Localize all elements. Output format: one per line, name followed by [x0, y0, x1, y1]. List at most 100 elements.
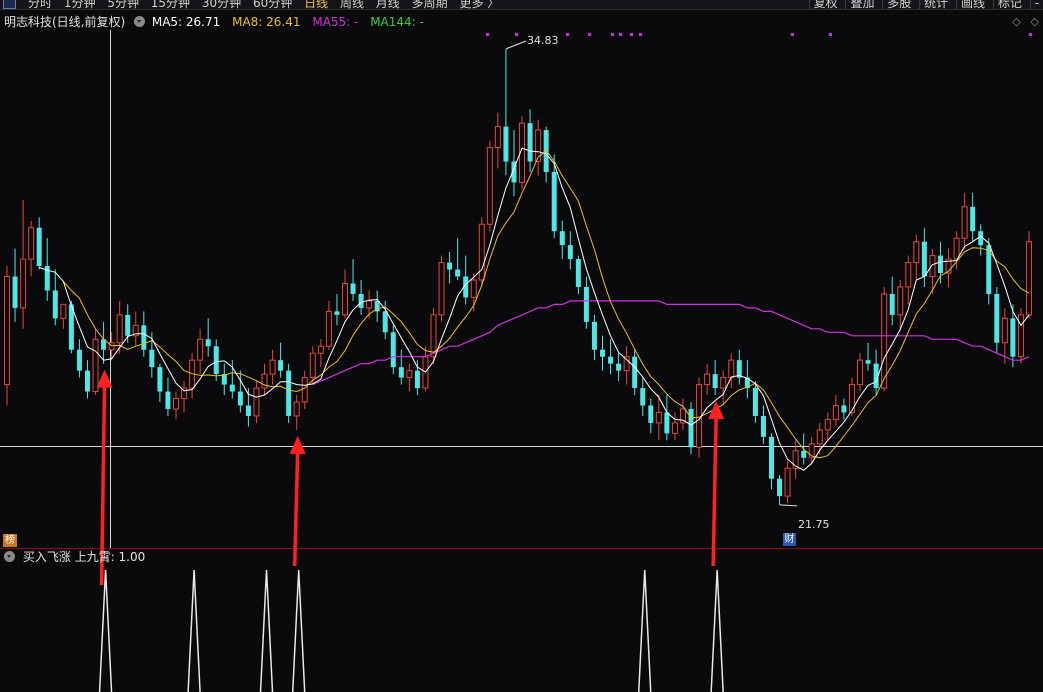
candle-body	[913, 241, 920, 264]
candle-body	[591, 321, 597, 350]
candle-body	[317, 345, 324, 354]
candle	[600, 335, 605, 371]
candle	[406, 363, 413, 392]
candle-body	[760, 415, 766, 437]
candle-body	[36, 227, 42, 267]
buy-signal-arrow	[708, 401, 725, 567]
candle	[503, 48, 509, 176]
candle-body	[141, 325, 147, 350]
candle	[76, 339, 82, 378]
kline-chart[interactable]	[0, 0, 1043, 692]
candle-body	[398, 367, 404, 378]
candle-body	[358, 293, 364, 308]
candle	[221, 363, 227, 396]
candle	[978, 224, 984, 256]
candle-body	[4, 276, 10, 386]
low-price-label: 21.75	[798, 518, 830, 531]
candle-body	[801, 450, 807, 458]
candle-body	[172, 398, 179, 410]
candle-body	[12, 276, 18, 308]
candle-body	[366, 300, 373, 309]
candle-body	[583, 286, 589, 322]
candle-body	[470, 279, 477, 298]
sub-indicator-name: 买入飞涨 上九霄: 1.00	[22, 550, 146, 564]
candle	[374, 290, 380, 322]
candle-body	[325, 310, 332, 347]
candle-body	[60, 303, 67, 319]
candle	[551, 154, 557, 239]
candle-body	[1026, 241, 1032, 316]
candle-body	[623, 356, 630, 372]
candle-body	[494, 126, 501, 149]
top-dot-marker-10	[1029, 33, 1032, 36]
candle-body	[84, 370, 90, 392]
candle-body	[897, 286, 904, 316]
candle-body	[752, 388, 758, 416]
bang-badge[interactable]: 榜	[3, 534, 17, 547]
candle-body	[301, 377, 308, 403]
candle-body	[865, 360, 871, 364]
candle-body	[438, 262, 445, 316]
candle	[961, 192, 968, 249]
candle	[841, 398, 847, 420]
candle-body	[125, 314, 131, 336]
candle	[4, 266, 10, 406]
candle-body	[632, 356, 638, 389]
candle	[455, 238, 461, 280]
sub-indicator-dropdown-icon[interactable]	[4, 551, 15, 562]
candle-body	[905, 262, 912, 288]
candle	[341, 269, 348, 319]
top-dot-marker-9	[829, 33, 832, 36]
candle	[197, 328, 204, 375]
candle-body	[640, 388, 646, 406]
candle	[213, 339, 219, 382]
candle-body	[937, 255, 943, 274]
candle-body	[1017, 314, 1024, 358]
candle-body	[671, 422, 678, 434]
top-dot-marker-1	[515, 33, 518, 36]
high-pointer-line	[505, 40, 527, 50]
candle-body	[157, 367, 163, 392]
candle	[889, 276, 895, 326]
candle	[447, 252, 453, 284]
candle-body	[768, 436, 774, 479]
candle	[857, 353, 864, 392]
candle	[865, 342, 871, 371]
candle-body	[229, 384, 235, 392]
cai-badge[interactable]: 财	[783, 533, 796, 546]
high-price-label: 34.83	[527, 34, 559, 47]
candle	[608, 339, 614, 375]
candle	[157, 363, 163, 402]
candle	[181, 381, 188, 413]
candle	[921, 227, 927, 287]
arrow-head	[708, 401, 725, 420]
candle-body	[608, 356, 614, 364]
candle-body	[455, 269, 461, 277]
candle-body	[559, 231, 565, 246]
top-dot-marker-3	[588, 33, 591, 36]
candle	[575, 255, 581, 294]
candle-body	[728, 359, 735, 379]
ma55-line	[312, 300, 1030, 386]
candle-body	[261, 373, 268, 389]
candle	[777, 475, 783, 505]
candle-body	[816, 429, 823, 445]
candle	[704, 363, 711, 396]
top-dot-marker-4	[611, 33, 614, 36]
candle	[616, 353, 622, 382]
candle	[664, 395, 670, 441]
candle-body	[648, 405, 654, 423]
candle-body	[655, 411, 662, 424]
candle-body	[824, 418, 831, 431]
candle-body	[116, 314, 123, 344]
candle	[994, 286, 1000, 354]
top-dot-marker-2	[566, 33, 569, 36]
candle-body	[720, 377, 727, 389]
candle-body	[994, 293, 1000, 343]
candle-body	[390, 332, 396, 368]
candle-body	[736, 360, 742, 378]
candle-body	[857, 359, 864, 386]
candle-body	[286, 370, 292, 416]
candle-body	[1001, 317, 1008, 344]
candle-body	[970, 206, 976, 232]
